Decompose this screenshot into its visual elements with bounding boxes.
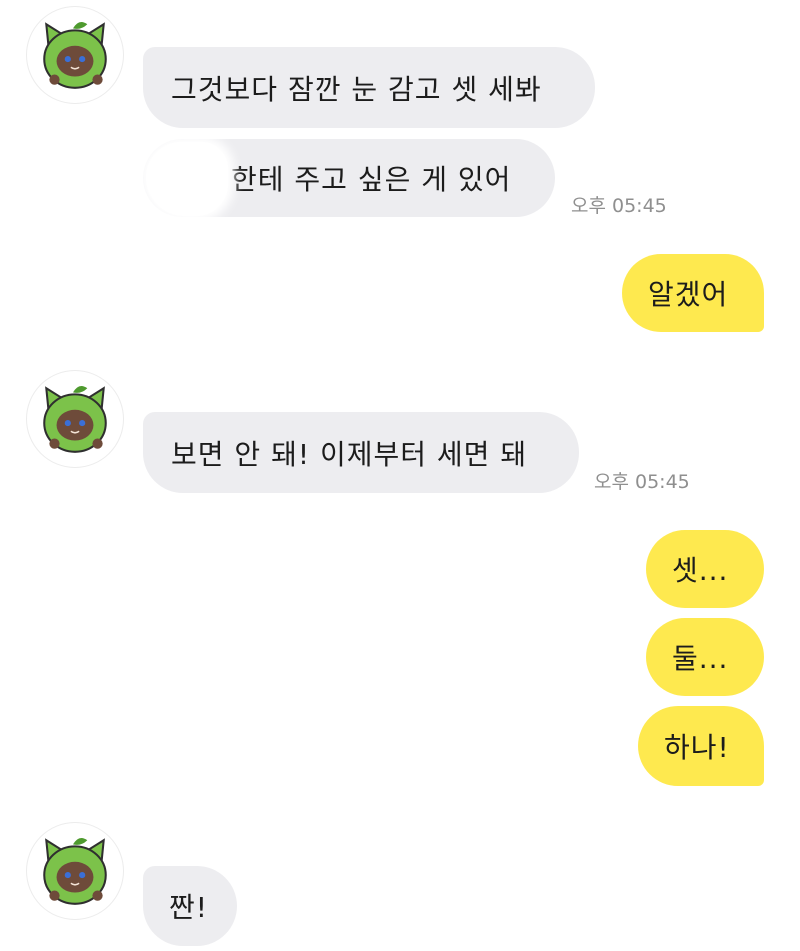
message-text: 하나! [664, 731, 730, 764]
message-bubble[interactable]: 짠! [143, 866, 237, 946]
message-text: 짠! [169, 891, 208, 924]
avatar[interactable] [26, 822, 124, 920]
message-bubble[interactable]: 보면 안 돼! 이제부터 세면 돼 [143, 412, 579, 493]
message-text: 한테 주고 싶은 게 있어 [231, 163, 512, 196]
message-text: 셋... [672, 554, 729, 587]
message-bubble[interactable]: 셋... [646, 530, 764, 608]
redaction-blur [146, 142, 228, 216]
message-text: 둘... [672, 642, 729, 675]
message-timestamp: 오후 05:45 [594, 471, 690, 493]
message-bubble[interactable]: 알겠어 [622, 254, 764, 332]
avatar[interactable] [26, 6, 124, 104]
avatar[interactable] [26, 370, 124, 468]
message-text: 보면 안 돼! 이제부터 세면 돼 [171, 437, 528, 471]
message-timestamp: 오후 05:45 [571, 195, 667, 217]
message-bubble[interactable]: 하나! [638, 706, 764, 786]
green-cat-avatar-icon [43, 837, 107, 905]
message-text: 알겠어 [648, 278, 729, 311]
message-bubble[interactable]: 둘... [646, 618, 764, 696]
message-bubble[interactable]: 그것보다 잠깐 눈 감고 셋 세봐 [143, 47, 595, 128]
green-cat-avatar-icon [43, 21, 107, 89]
green-cat-avatar-icon [43, 385, 107, 453]
message-text: 그것보다 잠깐 눈 감고 셋 세봐 [171, 72, 542, 106]
